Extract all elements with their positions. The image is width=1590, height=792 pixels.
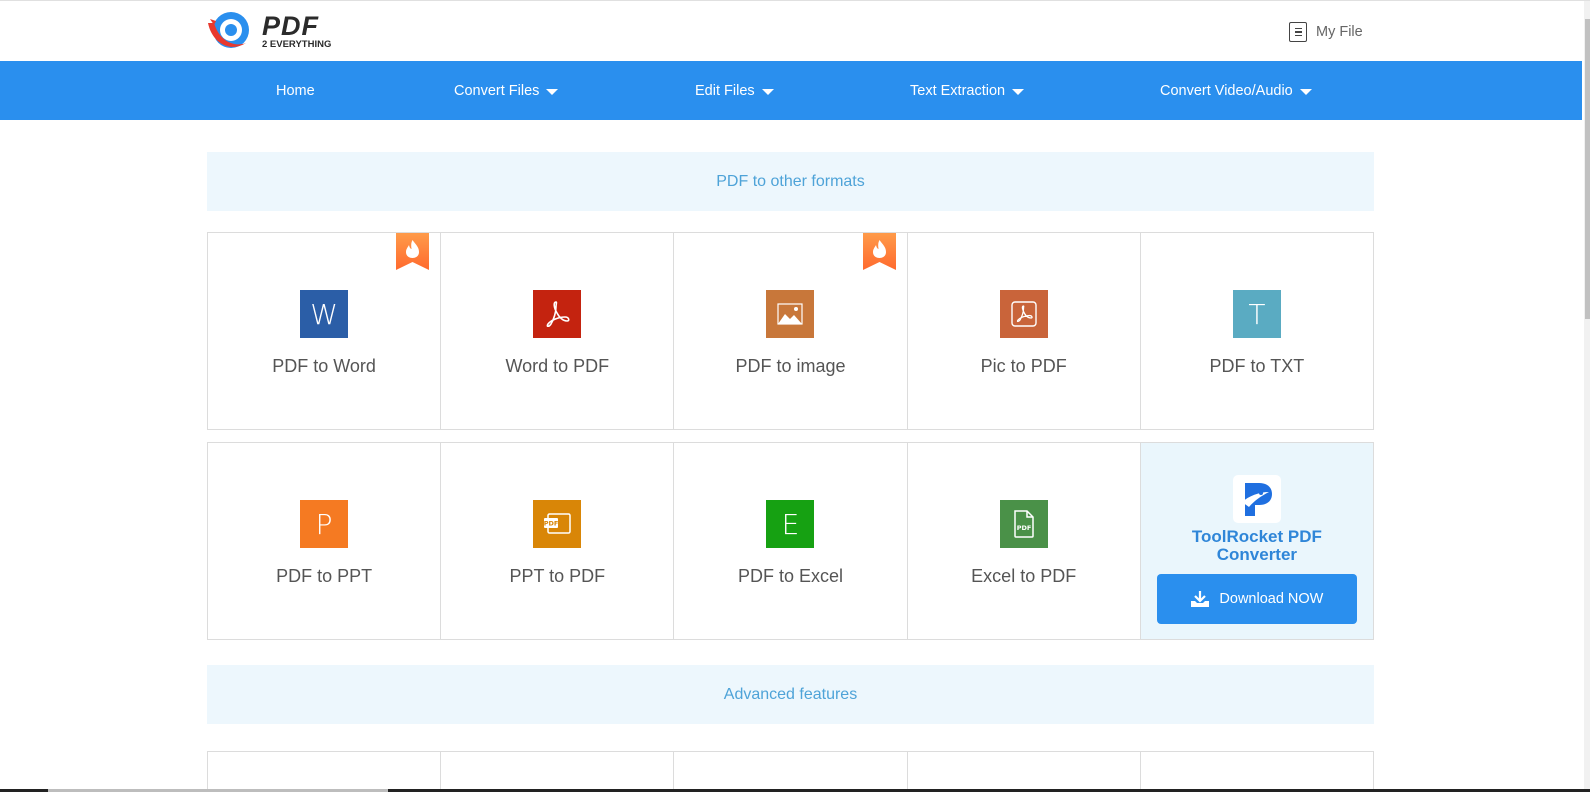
advanced-tool-card[interactable] [1141, 752, 1374, 792]
advanced-tool-card[interactable] [208, 752, 442, 792]
tool-label: PDF to Excel [737, 566, 843, 586]
pdf-file-icon: PDF [999, 500, 1048, 548]
caret-down-icon [761, 88, 774, 95]
advanced-tool-card[interactable] [908, 752, 1141, 792]
section-header-advanced: Advanced features [207, 665, 1374, 724]
nav-convert-files-label: Convert Files [454, 82, 540, 99]
image-icon [766, 290, 815, 338]
tool-label: PDF to PPT [276, 566, 373, 586]
tool-card-word-to-pdf[interactable]: Word to PDF [441, 233, 675, 430]
excel-icon: E [766, 500, 815, 548]
svg-text:PDF: PDF [1016, 524, 1031, 532]
caret-down-icon [1299, 88, 1312, 95]
advanced-tool-card[interactable] [674, 752, 908, 792]
download-now-label: Download NOW [1219, 591, 1324, 607]
site-logo[interactable]: PDF 2 EVERYTHING [206, 9, 331, 55]
section-title: PDF to other formats [716, 172, 865, 190]
hot-badge-icon [396, 233, 430, 270]
nav-home[interactable]: Home [276, 61, 315, 120]
tools-grid-row-2: P PDF to PPT PDF PPT to PDF E PDF to Exc… [207, 442, 1374, 640]
nav-convert-video-audio[interactable]: Convert Video/Audio [1160, 61, 1312, 120]
advanced-tools-grid [207, 751, 1374, 792]
toolrocket-logo-icon [1232, 475, 1281, 523]
text-icon: T [1232, 290, 1281, 338]
document-list-icon [1289, 22, 1307, 42]
tool-card-ppt-to-pdf[interactable]: PDF PPT to PDF [441, 443, 675, 640]
my-file-label: My File [1316, 24, 1363, 40]
vertical-scrollbar[interactable] [1584, 1, 1590, 792]
logo-mark-icon [208, 12, 249, 48]
acrobat-box-icon [999, 290, 1048, 338]
promo-title: ToolRocket PDF Converter [1191, 527, 1322, 564]
nav-text-extraction-label: Text Extraction [910, 82, 1006, 99]
acrobat-icon [533, 290, 582, 338]
tool-label: Pic to PDF [980, 356, 1067, 376]
tool-label: Excel to PDF [971, 566, 1077, 586]
download-icon [1191, 591, 1210, 607]
tool-card-excel-to-pdf[interactable]: PDF Excel to PDF [907, 443, 1141, 640]
powerpoint-icon: P [300, 500, 349, 548]
promo-card-toolrocket: ToolRocket PDF Converter Download NOW [1140, 443, 1374, 640]
nav-convert-video-audio-label: Convert Video/Audio [1160, 82, 1293, 99]
logo-tagline: 2 EVERYTHING [262, 39, 332, 50]
tools-grid: W PDF to Word Word to PDF PDF to image P… [207, 232, 1374, 430]
advanced-tool-card[interactable] [441, 752, 675, 792]
nav-edit-files-label: Edit Files [695, 82, 755, 99]
my-file-link[interactable]: My File [1289, 22, 1363, 42]
caret-down-icon [546, 88, 559, 95]
tool-label: PPT to PDF [509, 566, 606, 586]
tool-card-pdf-to-word[interactable]: W PDF to Word [208, 233, 442, 430]
nav-home-label: Home [276, 82, 315, 99]
download-now-button[interactable]: Download NOW [1156, 574, 1357, 624]
tool-label: PDF to TXT [1209, 356, 1305, 376]
caret-down-icon [1012, 88, 1025, 95]
section-header-pdf-to-other: PDF to other formats [207, 152, 1374, 211]
tool-card-pdf-to-image[interactable]: PDF to image [674, 233, 908, 430]
nav-text-extraction[interactable]: Text Extraction [910, 61, 1025, 120]
ppt-pdf-icon: PDF [533, 500, 582, 548]
tool-card-pic-to-pdf[interactable]: Pic to PDF [907, 233, 1141, 430]
tool-label: Word to PDF [505, 356, 610, 376]
word-icon: W [300, 290, 349, 338]
nav-edit-files[interactable]: Edit Files [695, 61, 774, 120]
main-nav: Home Convert Files Edit Files Text Extra… [0, 61, 1582, 120]
tool-label: PDF to image [735, 356, 846, 376]
logo-wordmark: PDF [262, 11, 319, 41]
tool-card-pdf-to-ppt[interactable]: P PDF to PPT [208, 443, 442, 640]
tool-label: PDF to Word [272, 356, 376, 376]
site-header: PDF 2 EVERYTHING My File [0, 1, 1568, 61]
svg-text:PDF: PDF [544, 520, 559, 528]
scrollbar-thumb[interactable] [1585, 19, 1590, 319]
hot-badge-icon [862, 233, 896, 270]
tool-card-pdf-to-excel[interactable]: E PDF to Excel [674, 443, 908, 640]
nav-convert-files[interactable]: Convert Files [454, 61, 559, 120]
tool-card-pdf-to-txt[interactable]: T PDF to TXT [1140, 233, 1374, 430]
section-title: Advanced features [723, 685, 858, 703]
